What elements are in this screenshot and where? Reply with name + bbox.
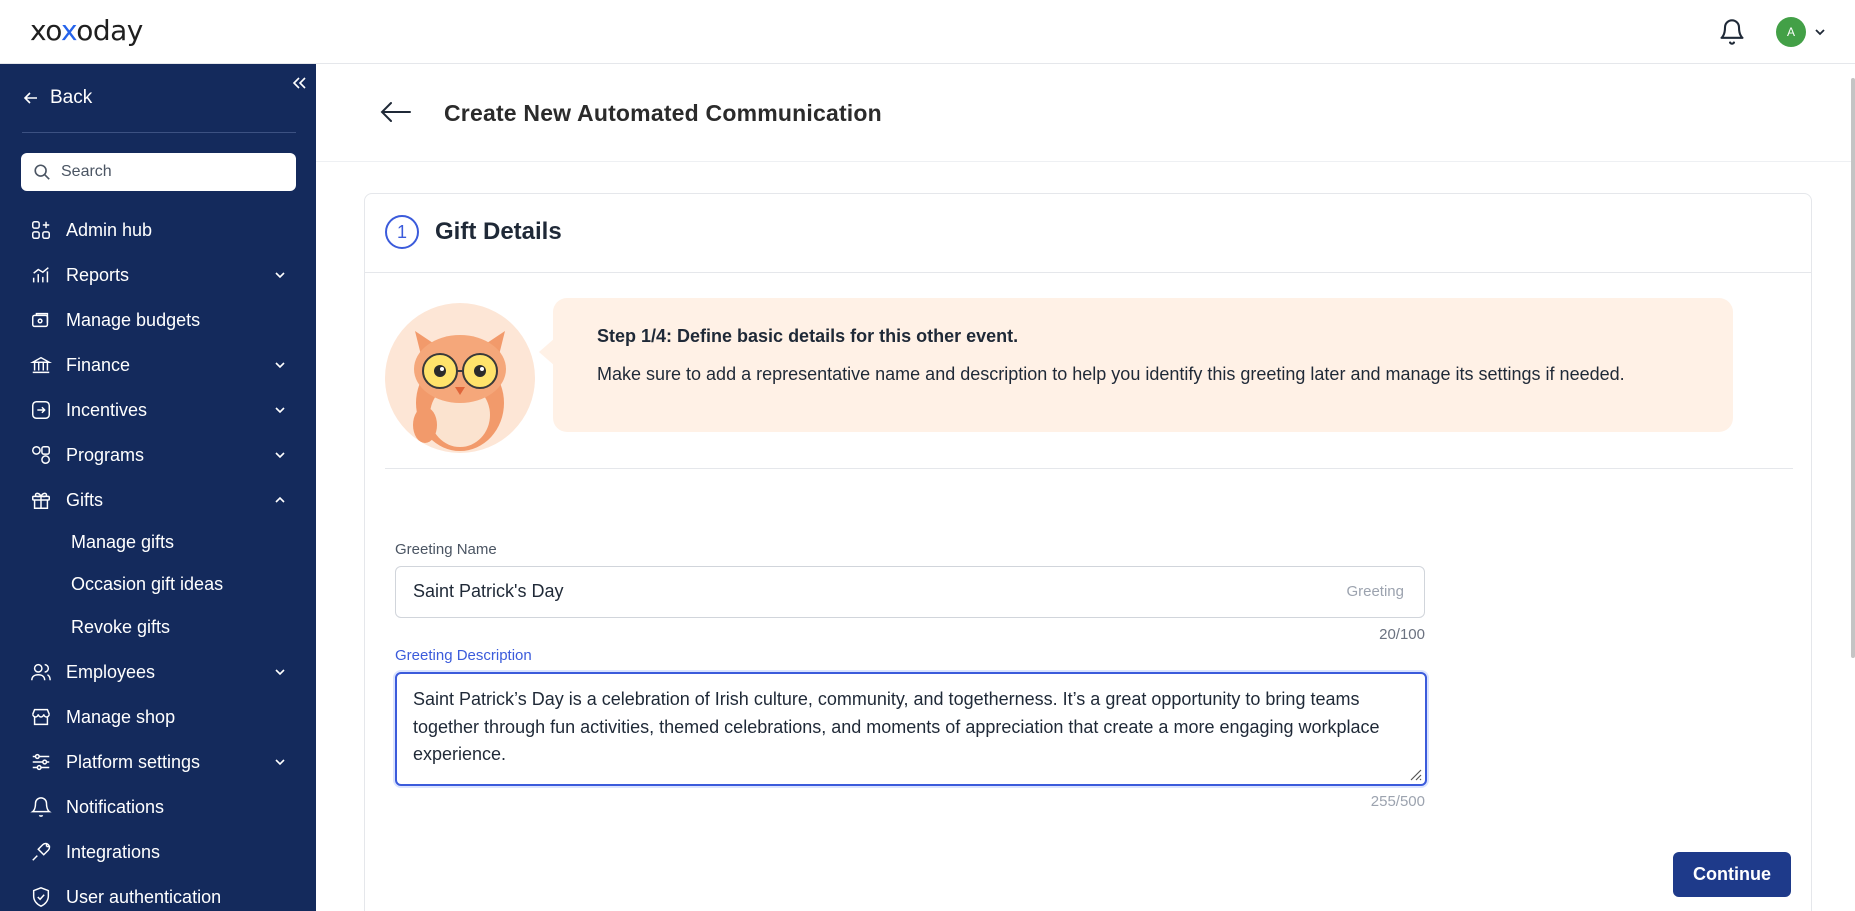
resize-handle-icon[interactable] xyxy=(1407,766,1423,782)
greeting-description-textarea[interactable]: Saint Patrick’s Day is a celebration of … xyxy=(413,686,1403,776)
sidebar-item-label: Manage shop xyxy=(66,706,176,727)
sidebar-subitem-occasion-gift-ideas[interactable]: Occasion gift ideas xyxy=(71,570,223,598)
collapse-sidebar-icon[interactable] xyxy=(290,74,308,92)
page-title: Create New Automated Communication xyxy=(444,100,882,126)
sidebar: Back Admin hub Reports Manage budgets Fi… xyxy=(0,64,316,911)
sidebar-item-user-authentication[interactable]: User authentication xyxy=(30,881,296,911)
chevron-up-icon xyxy=(275,496,285,503)
sidebar-item-label: Gifts xyxy=(66,489,104,510)
sidebar-subitem-manage-gifts[interactable]: Manage gifts xyxy=(71,528,174,556)
sidebar-item-label: Reports xyxy=(66,264,130,285)
sidebar-item-manage-budgets[interactable]: Manage budgets xyxy=(30,304,296,336)
shield-icon xyxy=(32,887,50,907)
notification-bell-icon[interactable] xyxy=(1718,18,1746,46)
plug-icon xyxy=(32,842,51,861)
sidebar-item-label: Incentives xyxy=(66,399,148,420)
sidebar-subitem-revoke-gifts[interactable]: Revoke gifts xyxy=(71,613,170,641)
bell-icon xyxy=(30,797,52,817)
card-divider xyxy=(385,468,1793,469)
incentive-icon xyxy=(32,401,50,419)
sidebar-item-label: Notifications xyxy=(66,796,165,817)
chevron-down-icon xyxy=(275,452,285,459)
sidebar-item-finance[interactable]: Finance xyxy=(30,349,296,381)
chevron-down-icon xyxy=(275,272,285,279)
greeting-description-label: Greeting Description xyxy=(395,647,532,664)
step-number-badge: 1 xyxy=(385,215,419,249)
step-info-text: Make sure to add a representative name a… xyxy=(597,364,1625,384)
chevron-down-icon xyxy=(275,669,285,676)
budget-icon xyxy=(32,312,49,328)
search-icon xyxy=(34,164,50,180)
sidebar-item-employees[interactable]: Employees xyxy=(30,656,296,688)
chevron-down-icon xyxy=(275,362,285,369)
sidebar-item-platform-settings[interactable]: Platform settings xyxy=(30,746,296,778)
sidebar-item-gifts[interactable]: Gifts xyxy=(30,484,296,516)
users-icon xyxy=(31,663,51,681)
owl-mascot-illustration xyxy=(385,303,535,453)
page-header: Create New Automated Communication xyxy=(316,64,1855,162)
sidebar-divider xyxy=(22,132,296,133)
card-header: 1 Gift Details xyxy=(365,194,1811,273)
sidebar-item-incentives[interactable]: Incentives xyxy=(30,394,296,426)
chevron-down-icon[interactable] xyxy=(1812,24,1828,40)
user-avatar[interactable]: A xyxy=(1776,17,1806,47)
sidebar-back-link[interactable]: Back xyxy=(22,86,92,110)
chart-icon xyxy=(32,267,49,283)
sidebar-search[interactable] xyxy=(21,153,296,191)
programs-icon xyxy=(32,446,50,464)
greeting-name-field[interactable]: Greeting xyxy=(395,566,1425,618)
sidebar-item-label: Platform settings xyxy=(66,751,201,772)
page-scrollbar[interactable] xyxy=(1851,78,1855,658)
sidebar-item-label: Finance xyxy=(66,354,131,375)
back-arrow-icon[interactable] xyxy=(380,100,412,124)
sidebar-item-label: Admin hub xyxy=(66,219,153,240)
sidebar-item-label: Employees xyxy=(66,661,156,682)
continue-button[interactable]: Continue xyxy=(1673,852,1791,897)
sidebar-item-label: Manage budgets xyxy=(66,309,201,330)
sidebar-item-integrations[interactable]: Integrations xyxy=(30,836,296,868)
gift-details-card: 1 Gift Details Step 1/4: Define basic de… xyxy=(364,193,1812,911)
sidebar-item-manage-shop[interactable]: Manage shop xyxy=(30,701,296,733)
search-input[interactable] xyxy=(61,163,281,181)
sidebar-item-programs[interactable]: Programs xyxy=(30,439,296,471)
greeting-name-suffix: Greeting xyxy=(1346,583,1404,600)
step-info-title: Step 1/4: Define basic details for this … xyxy=(597,326,1019,346)
step-info-callout: Step 1/4: Define basic details for this … xyxy=(539,298,1733,432)
greeting-name-counter: 20/100 xyxy=(1379,626,1425,643)
greeting-description-counter: 255/500 xyxy=(1370,793,1425,810)
sidebar-item-reports[interactable]: Reports xyxy=(30,259,296,291)
xoxoday-logo[interactable]: xoxoday xyxy=(30,14,143,47)
sidebar-item-notifications[interactable]: Notifications xyxy=(30,791,296,823)
bank-icon xyxy=(30,356,52,374)
sidebar-item-admin-hub[interactable]: Admin hub xyxy=(30,214,296,246)
greeting-name-input[interactable] xyxy=(413,581,1213,602)
greeting-description-field[interactable]: Saint Patrick’s Day is a celebration of … xyxy=(395,672,1427,786)
gift-icon xyxy=(32,492,50,509)
shop-icon xyxy=(32,708,50,726)
sliders-icon xyxy=(32,753,50,771)
grid-icon xyxy=(32,221,50,239)
sidebar-item-label: Integrations xyxy=(66,841,161,862)
back-label: Back xyxy=(50,87,93,108)
top-header: xoxoday A xyxy=(0,0,1855,64)
sidebar-item-label: Programs xyxy=(66,444,145,465)
card-title: Gift Details xyxy=(435,218,562,245)
greeting-name-label: Greeting Name xyxy=(395,541,497,558)
chevron-down-icon xyxy=(275,759,285,766)
chevron-down-icon xyxy=(275,407,285,414)
callout-tail xyxy=(539,338,555,366)
sidebar-item-label: User authentication xyxy=(66,886,222,907)
arrow-left-icon xyxy=(23,92,37,104)
